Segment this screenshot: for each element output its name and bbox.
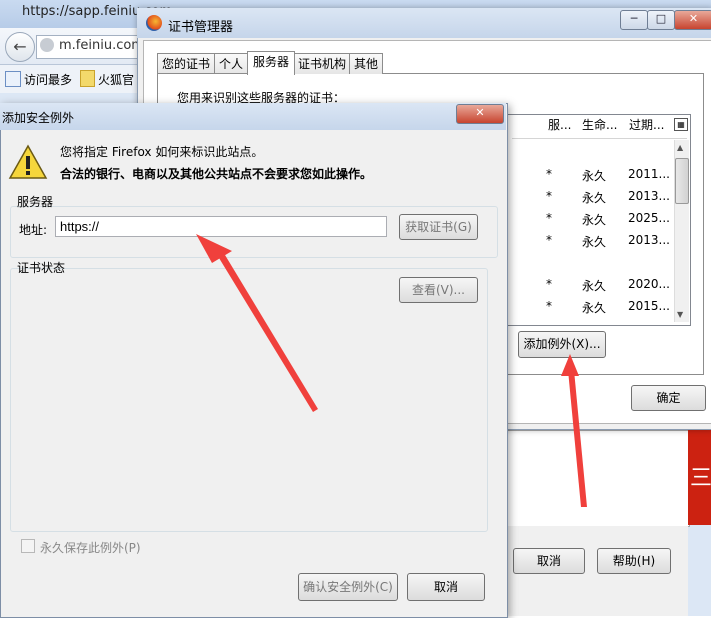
- certificate-manager-title: 证书管理器: [168, 20, 234, 35]
- row-lifetime: 永久: [582, 279, 607, 293]
- tab-servers[interactable]: 服务器: [247, 51, 295, 75]
- bookmark-folder-icon: [5, 71, 21, 87]
- list-header-divider: [512, 138, 687, 139]
- row-expires: 2013...: [628, 233, 670, 247]
- warning-icon: [8, 144, 48, 179]
- url-host-text[interactable]: m.feiniu.com: [59, 38, 144, 53]
- column-header-expires[interactable]: 过期...: [629, 116, 664, 133]
- dialog-titlebar[interactable]: [0, 103, 506, 130]
- folder-icon: [80, 70, 95, 87]
- dialog-close-button[interactable]: ✕: [456, 104, 504, 124]
- column-picker-icon[interactable]: ▦: [674, 118, 688, 131]
- warning-emphasis: 合法的银行、电商以及其他公共站点不会要求您如此操作。: [60, 167, 373, 181]
- get-certificate-button[interactable]: 获取证书(G): [399, 214, 478, 240]
- permanent-exception-label[interactable]: 永久保存此例外(P): [40, 539, 141, 556]
- dialog-title: 添加安全例外: [2, 111, 75, 125]
- row-lifetime: 永久: [582, 301, 607, 315]
- ok-button[interactable]: 确定: [631, 385, 706, 411]
- scroll-up-icon[interactable]: ▲: [677, 143, 683, 152]
- view-button[interactable]: 查看(V)...: [399, 277, 478, 303]
- column-header-server[interactable]: 服...: [548, 116, 571, 133]
- server-legend: 服务器: [17, 195, 54, 209]
- close-icon: ✕: [475, 106, 485, 119]
- row-flag: *: [546, 233, 552, 247]
- row-flag: *: [546, 211, 552, 225]
- maximize-button[interactable]: □: [647, 10, 675, 30]
- row-lifetime: 永久: [582, 191, 607, 205]
- row-expires: 2011...: [628, 167, 670, 181]
- address-label: 地址:: [19, 223, 48, 237]
- firefox-icon: [146, 15, 162, 31]
- row-expires: 2015...: [628, 299, 670, 313]
- minimize-icon: ─: [630, 12, 638, 25]
- maximize-icon: □: [655, 12, 667, 25]
- tab-others[interactable]: 其他: [349, 53, 383, 74]
- row-expires: 2013...: [628, 189, 670, 203]
- arrow-left-icon: ←: [13, 37, 27, 56]
- tab-people[interactable]: 个人: [214, 53, 248, 74]
- row-lifetime: 永久: [582, 213, 607, 227]
- minimize-button[interactable]: ─: [620, 10, 648, 30]
- cancel-button[interactable]: 取消: [407, 573, 485, 601]
- row-expires: 2020...: [628, 277, 670, 291]
- bookmark-most-visited[interactable]: 访问最多: [24, 71, 72, 88]
- row-flag: *: [546, 299, 552, 313]
- add-exception-button[interactable]: 添加例外(X)...: [518, 331, 606, 358]
- row-expires: 2025...: [628, 211, 670, 225]
- background-cancel-button[interactable]: 取消: [513, 548, 585, 574]
- background-help-button[interactable]: 帮助(H): [597, 548, 671, 574]
- certificate-status-groupbox: [10, 268, 488, 532]
- scrollbar-thumb[interactable]: [675, 158, 689, 204]
- background-content-panel: [502, 430, 690, 527]
- address-input[interactable]: [55, 216, 387, 237]
- back-button[interactable]: ←: [5, 32, 35, 62]
- close-icon: ✕: [688, 12, 699, 25]
- warning-message: 您将指定 Firefox 如何来标识此站点。: [60, 145, 264, 159]
- scroll-down-icon[interactable]: ▼: [677, 310, 683, 319]
- row-lifetime: 永久: [582, 235, 607, 249]
- bookmark-firefox-official[interactable]: 火狐官: [98, 71, 134, 88]
- permanent-exception-checkbox[interactable]: [21, 539, 35, 553]
- row-flag: *: [546, 189, 552, 203]
- globe-icon: [40, 38, 54, 52]
- certificate-status-legend: 证书状态: [17, 261, 66, 275]
- close-button[interactable]: ✕: [674, 10, 711, 30]
- tab-your-certificates[interactable]: 您的证书: [157, 53, 215, 74]
- row-flag: *: [546, 277, 552, 291]
- row-lifetime: 永久: [582, 169, 607, 183]
- column-header-lifetime[interactable]: 生命...: [582, 116, 617, 133]
- banner-glyph: 三: [690, 466, 711, 491]
- row-flag: *: [546, 167, 552, 181]
- tab-authorities[interactable]: 证书机构: [294, 53, 350, 74]
- confirm-exception-button[interactable]: 确认安全例外(C): [298, 573, 398, 601]
